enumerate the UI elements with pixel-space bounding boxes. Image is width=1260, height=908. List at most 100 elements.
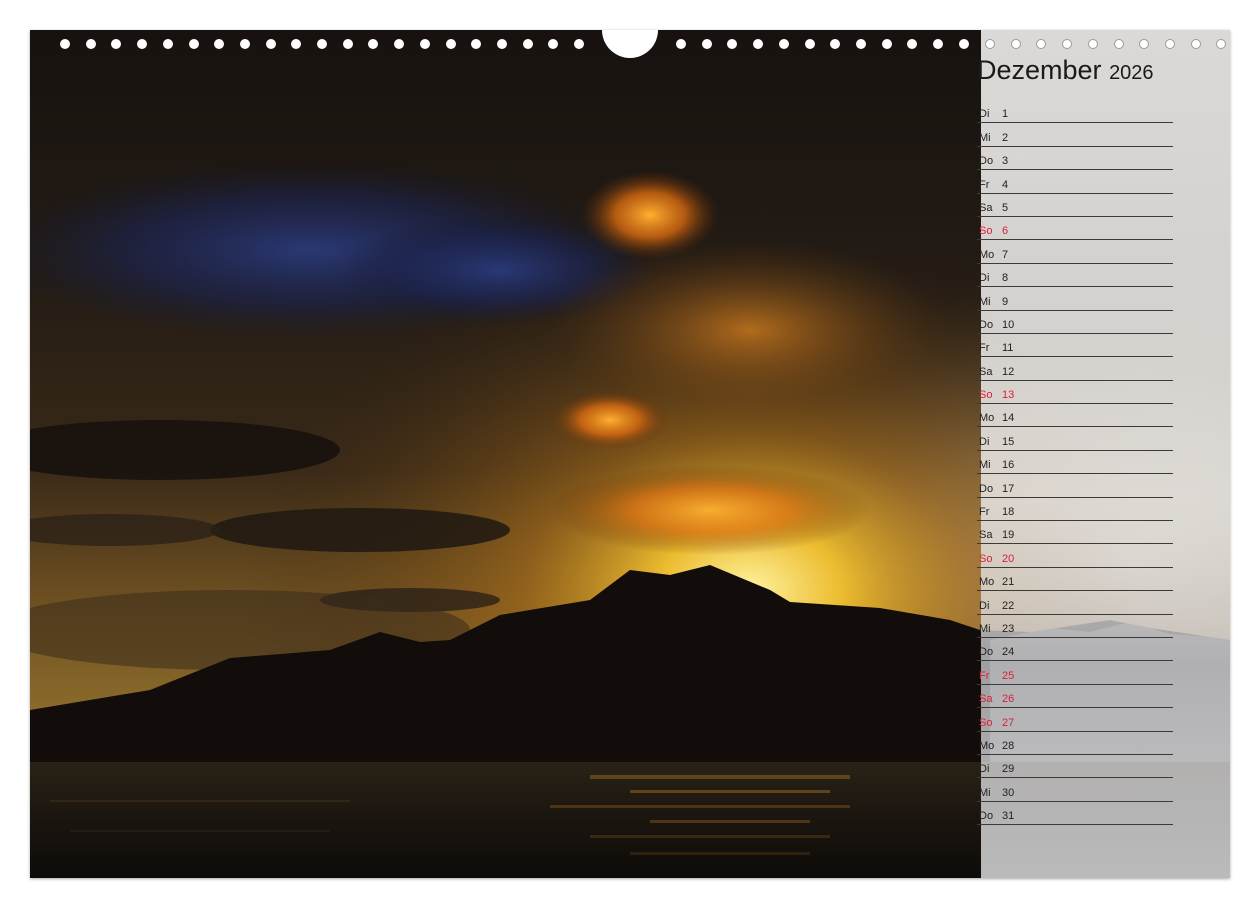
day-date: 3 bbox=[1002, 155, 1009, 168]
binding-hole bbox=[830, 39, 841, 49]
day-date: 6 bbox=[1002, 225, 1009, 238]
month-name: Dezember bbox=[977, 55, 1102, 85]
day-name: Do bbox=[979, 482, 994, 495]
binding-hole bbox=[548, 39, 559, 49]
binding-hole bbox=[958, 39, 969, 49]
day-name: Do bbox=[979, 318, 994, 331]
day-date: 5 bbox=[1002, 201, 1009, 214]
binding-hole bbox=[1216, 39, 1227, 49]
day-name: Do bbox=[979, 810, 994, 823]
day-name: Di bbox=[979, 108, 990, 121]
day-date: 18 bbox=[1002, 506, 1015, 519]
day-row: Mi 23 bbox=[977, 615, 1173, 638]
day-date: 22 bbox=[1002, 599, 1015, 612]
binding-hole bbox=[727, 39, 738, 49]
day-row: So 6 bbox=[977, 217, 1173, 241]
day-row: Do 17 bbox=[977, 474, 1173, 498]
binding-hole bbox=[342, 39, 353, 49]
day-row: Mo 28 bbox=[977, 732, 1173, 755]
day-date: 16 bbox=[1002, 459, 1015, 472]
day-date: 21 bbox=[1002, 576, 1015, 589]
binding-hole bbox=[291, 39, 302, 49]
day-row: Do 10 bbox=[977, 311, 1173, 334]
day-list: Di 1 Mi 2 Do 3 Fr 4 Sa 5 So 6 Mo 7 Di 8 Mi 9 Do 10 Fr 11 Sa 12 S… bbox=[977, 100, 1173, 826]
day-row: Mi 9 bbox=[977, 287, 1173, 311]
binding-hole bbox=[85, 39, 96, 49]
day-row: Sa 26 bbox=[977, 685, 1173, 709]
binding-hole bbox=[522, 39, 533, 49]
binding-hole bbox=[1062, 39, 1073, 49]
day-date: 14 bbox=[1002, 412, 1015, 425]
binding-hole bbox=[162, 39, 173, 49]
day-row: Di 29 bbox=[977, 755, 1173, 779]
binding-hole bbox=[214, 39, 225, 49]
binding-hole bbox=[1010, 39, 1021, 49]
year-label: 2026 bbox=[1109, 62, 1154, 84]
month-title: Dezember 2026 bbox=[977, 55, 1154, 86]
binding-hole bbox=[1139, 39, 1150, 49]
day-name: Di bbox=[979, 272, 990, 285]
binding-hole bbox=[574, 39, 584, 49]
binding-hole bbox=[855, 39, 866, 49]
day-row: Mi 2 bbox=[977, 123, 1173, 147]
binding-hole bbox=[804, 39, 815, 49]
day-row: Do 31 bbox=[977, 802, 1173, 826]
binding-hole bbox=[933, 39, 943, 49]
day-name: Fr bbox=[979, 669, 990, 682]
binding-hole bbox=[496, 39, 507, 49]
day-date: 20 bbox=[1002, 552, 1015, 565]
binding-hole bbox=[265, 39, 276, 49]
day-name: Do bbox=[979, 155, 994, 168]
day-name: Mi bbox=[979, 131, 991, 144]
binding-hole bbox=[445, 39, 456, 49]
day-name: Fr bbox=[979, 342, 990, 355]
binding-hole bbox=[368, 39, 379, 49]
day-name: Sa bbox=[979, 365, 993, 378]
binding-hole bbox=[1190, 39, 1201, 49]
day-name: Mo bbox=[979, 248, 995, 261]
day-row: Sa 19 bbox=[977, 521, 1173, 545]
day-name: So bbox=[979, 552, 993, 565]
day-date: 19 bbox=[1002, 529, 1015, 542]
day-row: Fr 4 bbox=[977, 170, 1173, 194]
day-name: Mi bbox=[979, 459, 991, 472]
day-name: Mi bbox=[979, 786, 991, 799]
day-date: 10 bbox=[1002, 318, 1015, 331]
day-date: 17 bbox=[1002, 482, 1015, 495]
binding-hole bbox=[881, 39, 892, 49]
day-row: Fr 18 bbox=[977, 498, 1173, 522]
binding-hole bbox=[753, 39, 764, 49]
day-name: Mi bbox=[979, 295, 991, 308]
day-name: Mo bbox=[979, 412, 995, 425]
binding-hole bbox=[1087, 39, 1098, 49]
day-row: Do 24 bbox=[977, 638, 1173, 662]
day-row: Di 8 bbox=[977, 264, 1173, 288]
day-date: 23 bbox=[1002, 622, 1015, 635]
binding-hole bbox=[907, 39, 918, 49]
day-date: 13 bbox=[1002, 389, 1015, 402]
day-date: 4 bbox=[1002, 178, 1009, 191]
day-name: Di bbox=[979, 599, 990, 612]
day-name: Do bbox=[979, 646, 994, 659]
day-row: Mo 7 bbox=[977, 240, 1173, 264]
day-row: Di 15 bbox=[977, 427, 1173, 451]
binding-hole bbox=[394, 39, 405, 49]
day-date: 9 bbox=[1002, 295, 1009, 308]
day-row: Mo 14 bbox=[977, 404, 1173, 428]
day-name: Sa bbox=[979, 201, 993, 214]
day-date: 12 bbox=[1002, 365, 1015, 378]
day-name: So bbox=[979, 389, 993, 402]
day-name: Fr bbox=[979, 506, 990, 519]
day-name: Fr bbox=[979, 178, 990, 191]
day-row: Di 22 bbox=[977, 591, 1173, 615]
day-date: 1 bbox=[1002, 108, 1009, 121]
day-name: Di bbox=[979, 763, 990, 776]
day-row: So 27 bbox=[977, 708, 1173, 732]
binding-hole bbox=[676, 39, 686, 49]
binding-hole bbox=[419, 39, 430, 49]
day-row: Fr 25 bbox=[977, 661, 1173, 685]
day-date: 27 bbox=[1002, 716, 1015, 729]
day-date: 11 bbox=[1002, 342, 1014, 355]
day-row: Sa 5 bbox=[977, 194, 1173, 217]
day-name: Sa bbox=[979, 529, 993, 542]
